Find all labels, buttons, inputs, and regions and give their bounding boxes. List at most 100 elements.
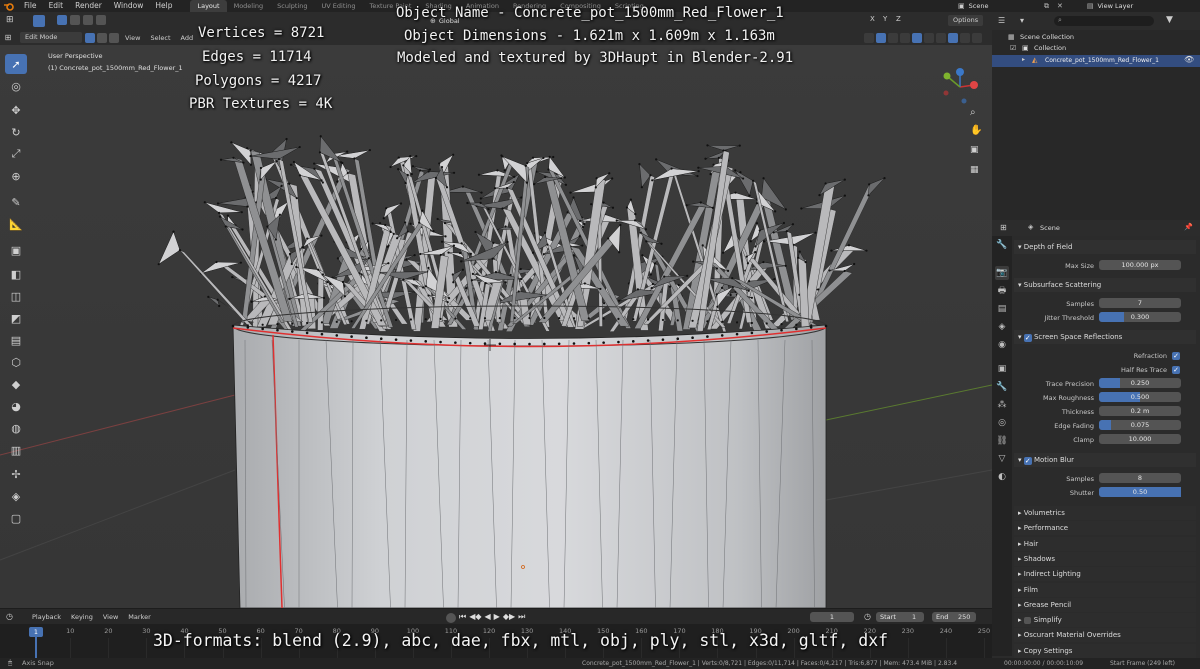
measure-tool-icon[interactable]: 📐 [5, 214, 27, 234]
panel-copy-settings[interactable]: ▸ Copy Settings [1014, 643, 1196, 658]
view-layer-name[interactable]: View Layer [1098, 2, 1134, 10]
next-keyframe-icon[interactable]: ◆▶ [503, 612, 515, 623]
panel-subsurface-scattering[interactable]: ▾ Subsurface Scattering [1014, 278, 1196, 292]
edge-mode-icon[interactable] [97, 32, 107, 43]
panel-simplify[interactable]: ▸ Simplify [1014, 613, 1196, 628]
remove-scene-icon[interactable]: ✕ [1057, 2, 1063, 10]
wireframe-shading-icon[interactable] [936, 32, 946, 43]
menu-view-timeline[interactable]: View [98, 613, 123, 621]
material-tab-icon[interactable]: ◐ [995, 470, 1009, 484]
menu-window[interactable]: Window [108, 0, 150, 12]
panel-motion-blur[interactable]: ▾ ✓ Motion Blur [1014, 453, 1196, 467]
vertex-mode-icon[interactable] [85, 32, 95, 43]
panel-oscurart-material-overrides[interactable]: ▸ Oscurart Material Overrides [1014, 628, 1196, 643]
tab-modeling[interactable]: Modeling [227, 0, 271, 12]
motion-blur-checkbox[interactable]: ✓ [1023, 457, 1032, 465]
move-tool-icon[interactable]: ✥ [5, 100, 27, 120]
rendered-shading-icon[interactable] [972, 32, 982, 43]
object-tab-icon[interactable]: ▣ [995, 362, 1009, 376]
expand-arrow-icon[interactable]: ▸ [1022, 56, 1025, 63]
record-icon[interactable] [446, 613, 456, 623]
face-mode-icon[interactable] [109, 32, 119, 43]
annotate-tool-icon[interactable]: ✎ [5, 192, 27, 212]
rotate-tool-icon[interactable]: ↻ [5, 122, 27, 142]
scene-selector[interactable]: ▣ Scene [958, 0, 988, 12]
pivot-icon[interactable] [864, 32, 874, 43]
output-tab-icon[interactable]: 🖶 [995, 284, 1009, 298]
outliner-row-scene-collection[interactable]: ▦ Scene Collection [992, 32, 1200, 43]
particles-tab-icon[interactable]: ⁂ [995, 398, 1009, 412]
eye-icon[interactable]: 👁 [1184, 55, 1194, 64]
checkbox-icon[interactable]: ☑ [1010, 44, 1016, 52]
select-box-tool-icon[interactable] [33, 15, 45, 27]
menu-file[interactable]: File [18, 0, 43, 12]
editor-type-dropdown[interactable]: ⊞ [0, 33, 16, 42]
spin-tool-icon[interactable]: ◕ [5, 396, 27, 416]
display-mode-icon[interactable]: ▾ [1020, 16, 1024, 25]
axis-y-toggle[interactable]: Y [883, 15, 895, 26]
face-select-icon[interactable] [83, 15, 93, 25]
snap-icon[interactable] [876, 32, 886, 43]
shear-tool-icon[interactable]: ◈ [5, 486, 27, 506]
thickness-field[interactable]: 0.2 m [1099, 406, 1181, 416]
transform-tool-icon[interactable]: ⊕ [5, 166, 27, 186]
clock-icon[interactable]: ◷ [864, 612, 871, 621]
start-frame-field[interactable]: Start [876, 612, 924, 622]
panel-indirect-lighting[interactable]: ▸ Indirect Lighting [1014, 567, 1196, 582]
data-tab-icon[interactable]: ▽ [995, 452, 1009, 466]
loop-cut-tool-icon[interactable]: ▤ [5, 330, 27, 350]
max-roughness-slider[interactable]: 0.500 [1099, 392, 1181, 402]
panel-grease-pencil[interactable]: ▸ Grease Pencil [1014, 597, 1196, 612]
current-frame-field[interactable]: 1 [810, 612, 854, 622]
panel-film[interactable]: ▸ Film [1014, 582, 1196, 597]
xray-select-icon[interactable] [96, 15, 106, 25]
render-tab-icon[interactable]: 📷 [995, 266, 1009, 280]
tab-layout[interactable]: Layout [190, 0, 227, 12]
modifier-tab-icon[interactable]: 🔧 [995, 380, 1009, 394]
menu-render[interactable]: Render [69, 0, 108, 12]
playhead[interactable]: 1 [29, 627, 43, 637]
shrink-fatten-tool-icon[interactable]: ✢ [5, 464, 27, 484]
simplify-checkbox[interactable] [1023, 616, 1031, 624]
mb-samples-field[interactable]: 8 [1099, 473, 1181, 483]
view-layer-tab-icon[interactable]: ▤ [995, 302, 1009, 316]
options-dropdown[interactable]: Options [948, 15, 984, 26]
editor-type-icon[interactable]: ⊞ [6, 15, 18, 27]
proportional-edit-icon[interactable] [888, 32, 898, 43]
clamp-field[interactable]: 10.000 [1099, 434, 1181, 444]
perspective-toggle-icon[interactable]: ▦ [970, 165, 979, 175]
smooth-tool-icon[interactable]: ◍ [5, 418, 27, 438]
overlays-icon[interactable] [912, 32, 922, 43]
panel-volumetrics[interactable]: ▸ Volumetrics [1014, 506, 1196, 520]
tab-sculpting[interactable]: Sculpting [270, 0, 314, 12]
material-shading-icon[interactable] [960, 32, 970, 43]
properties-editor-icon[interactable]: ⊞ [1000, 223, 1007, 232]
inset-tool-icon[interactable]: ◫ [5, 286, 27, 306]
play-reverse-icon[interactable]: ◀ [485, 612, 491, 623]
timeline-editor-icon[interactable]: ◷ [6, 612, 13, 621]
world-tab-icon[interactable]: ◉ [995, 338, 1009, 352]
edge-slide-tool-icon[interactable]: ▥ [5, 440, 27, 460]
zoom-icon[interactable]: ⌕ [970, 107, 976, 118]
scale-tool-icon[interactable]: ⤢ [5, 144, 27, 164]
bevel-tool-icon[interactable]: ◩ [5, 308, 27, 328]
visibility-icon[interactable] [900, 32, 910, 43]
panel-performance[interactable]: ▸ Performance [1014, 521, 1196, 536]
3d-viewport[interactable]: User Perspective (1) Concrete_pot_1500mm… [0, 45, 992, 608]
max-size-field[interactable]: 100.000 px [1099, 260, 1181, 270]
panel-hair[interactable]: ▸ Hair [1014, 536, 1196, 551]
trace-precision-slider[interactable]: 0.250 [1099, 378, 1181, 388]
poly-build-tool-icon[interactable]: ◆ [5, 374, 27, 394]
panel-screen-space-reflections[interactable]: ▾ ✓ Screen Space Reflections [1014, 330, 1196, 344]
menu-edit[interactable]: Edit [43, 0, 70, 12]
physics-tab-icon[interactable]: ◎ [995, 416, 1009, 430]
menu-add[interactable]: Add [176, 34, 199, 42]
outliner-row-object[interactable]: ▸ ◭ Concrete_pot_1500mm_Red_Flower_1 👁 [992, 55, 1200, 67]
shutter-slider[interactable]: 0.50 [1099, 487, 1181, 497]
edge-fading-slider[interactable]: 0.075 [1099, 420, 1181, 430]
edge-select-icon[interactable] [70, 15, 80, 25]
axis-z-toggle[interactable]: Z [896, 15, 908, 26]
ssr-enable-checkbox[interactable]: ✓ [1023, 334, 1032, 342]
prev-keyframe-icon[interactable]: ◀◆ [469, 612, 481, 623]
tool-tab-icon[interactable]: 🔧 [995, 238, 1009, 252]
